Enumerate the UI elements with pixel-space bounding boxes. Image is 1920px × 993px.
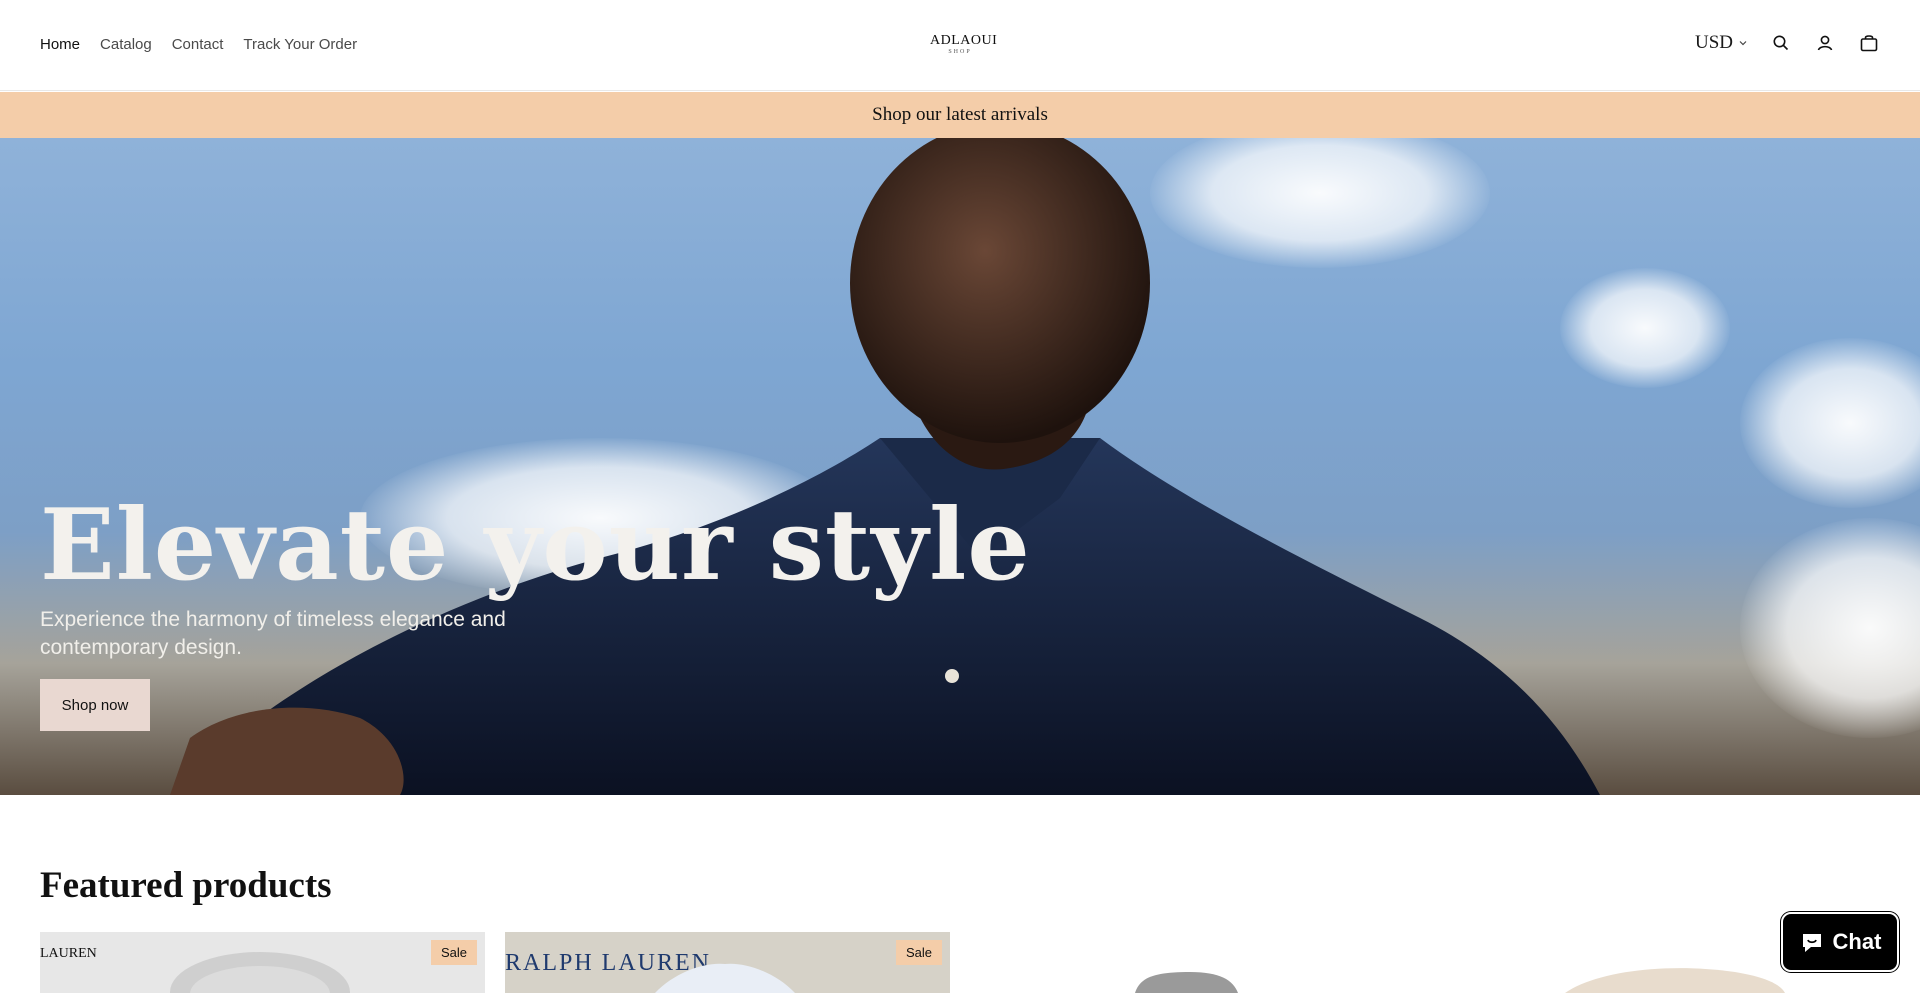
featured-products-heading: Featured products	[40, 865, 332, 906]
header-actions: USD	[1695, 32, 1880, 54]
announcement-text: Shop our latest arrivals	[872, 104, 1048, 125]
chat-label: Chat	[1832, 929, 1882, 954]
logo-main-text: ADLAOUI	[930, 33, 998, 48]
product-card[interactable]: RALPH LAUREN Sale	[505, 932, 950, 993]
search-button[interactable]	[1770, 32, 1792, 54]
nav-contact[interactable]: Contact	[172, 36, 224, 53]
site-logo[interactable]: ADLAOUI SHOP	[930, 33, 998, 56]
account-icon	[1817, 35, 1833, 51]
hero-model-image	[170, 138, 1600, 795]
hero-subtitle: Experience the harmony of timeless elega…	[40, 608, 506, 659]
main-nav: Home Catalog Contact Track Your Order	[40, 36, 357, 53]
search-icon	[1773, 35, 1789, 51]
cart-button[interactable]	[1858, 32, 1880, 54]
sale-badge: Sale	[895, 940, 942, 965]
site-header: Home Catalog Contact Track Your Order AD…	[0, 0, 1920, 91]
announcement-bar[interactable]: Shop our latest arrivals	[0, 92, 1920, 138]
product-image	[170, 952, 350, 993]
hero-title: Elevate your style	[40, 488, 1031, 603]
cart-icon	[1860, 35, 1878, 52]
nav-catalog[interactable]: Catalog	[100, 36, 152, 53]
currency-label: USD	[1694, 32, 1733, 53]
shop-now-button[interactable]: Shop now	[40, 679, 150, 731]
account-button[interactable]	[1814, 32, 1836, 54]
product-image	[1135, 972, 1238, 993]
chat-button[interactable]: Chat	[1781, 912, 1899, 972]
logo-sub-text: SHOP	[948, 49, 972, 55]
nav-track-order[interactable]: Track Your Order	[243, 36, 357, 53]
chat-bubble-icon	[1802, 934, 1821, 952]
nav-home[interactable]: Home	[40, 36, 80, 53]
product-card[interactable]: LAUREN Sale	[40, 932, 485, 993]
currency-selector[interactable]: USD	[1695, 32, 1748, 54]
hero-banner: Elevate your style Experience the harmon…	[0, 138, 1920, 795]
chevron-down-icon	[1739, 41, 1747, 46]
product-card[interactable]	[970, 932, 1415, 993]
product-image	[655, 963, 795, 993]
sale-badge: Sale	[430, 940, 477, 965]
